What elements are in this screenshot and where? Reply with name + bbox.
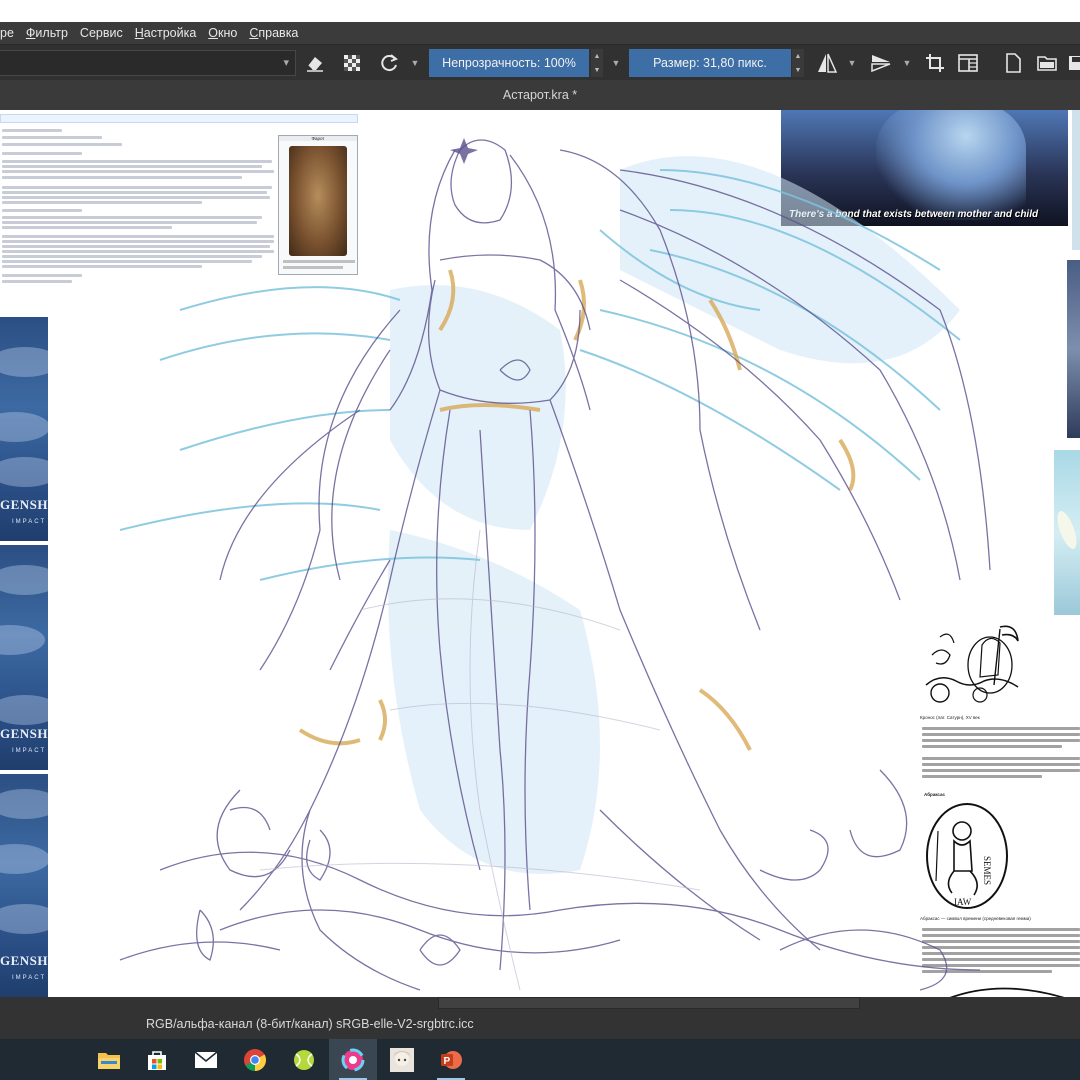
save-icon[interactable]	[1066, 45, 1080, 81]
chevron-down-icon: ▾	[283, 57, 289, 69]
size-spinbox-arrows[interactable]: ▲ ▼	[792, 49, 804, 77]
genshin-reference-2: GENSHIN IMPACT	[0, 545, 48, 770]
menu-item-filter[interactable]: Фильтр	[20, 26, 74, 40]
file-explorer-icon[interactable]	[85, 1039, 133, 1080]
menu-bar: ре Фильтр Сервис Настройка Окно Справка	[0, 22, 1080, 44]
angel-sketch-artwork	[119, 138, 991, 991]
crop-icon[interactable]	[920, 45, 950, 81]
document-tab[interactable]: Астарот.kra *	[0, 80, 1080, 110]
alpha-lock-icon[interactable]	[337, 45, 367, 81]
mirror-vertical-icon[interactable]	[866, 45, 896, 81]
opacity-spinbox-arrows[interactable]: ▲ ▼	[591, 49, 603, 77]
menu-item-window[interactable]: Окно	[202, 26, 243, 40]
reference-image-partial	[1067, 260, 1080, 438]
genshin-logo-sub: IMPACT	[12, 519, 47, 525]
genshin-logo-sub: IMPACT	[12, 975, 47, 981]
store-icon[interactable]	[133, 1039, 181, 1080]
chrome-icon[interactable]	[231, 1039, 279, 1080]
menu-item-settings[interactable]: Настройка	[129, 26, 203, 40]
powerpoint-icon[interactable]: P	[427, 1039, 475, 1080]
menu-item-help[interactable]: Справка	[243, 26, 304, 40]
genshin-logo-sub: IMPACT	[12, 748, 47, 754]
chevron-down-icon[interactable]: ▼	[609, 45, 623, 81]
document-title: Астарот.kra *	[502, 88, 578, 102]
window-top-edge	[0, 0, 1080, 22]
color-profile-info[interactable]: RGB/альфа-канал (8-бит/канал) sRGB-elle-…	[146, 1017, 474, 1031]
open-folder-icon[interactable]	[1032, 45, 1062, 81]
eraser-icon[interactable]	[300, 45, 330, 81]
windows-taskbar: P	[0, 1039, 1080, 1080]
genshin-reference-3: GENSHIN IMPACT	[0, 774, 48, 997]
mail-icon[interactable]	[182, 1039, 230, 1080]
genshin-logo: GENSHIN	[0, 953, 48, 968]
chevron-down-icon[interactable]: ▼	[900, 45, 914, 81]
menu-item-tools[interactable]: Сервис	[74, 26, 129, 40]
brush-preset-combo[interactable]: ▾	[0, 50, 296, 76]
workspace-icon[interactable]	[953, 45, 983, 81]
menu-item-partial[interactable]: ре	[0, 26, 20, 40]
krita-icon[interactable]	[329, 1039, 377, 1080]
new-document-icon[interactable]	[998, 45, 1028, 81]
status-bar: RGB/альфа-канал (8-бит/канал) sRGB-elle-…	[0, 997, 1080, 1039]
chevron-down-icon[interactable]: ▼	[408, 45, 422, 81]
opacity-slider[interactable]: Непрозрачность: 100%	[429, 49, 589, 77]
canvas-area[interactable]: Фарот GENSHIN IMPACT GENSHIN IMPACT GENS…	[0, 110, 1080, 997]
character-avatar-icon[interactable]	[378, 1039, 426, 1080]
genshin-logo: GENSHIN	[0, 726, 48, 741]
genshin-reference-1: GENSHIN IMPACT	[0, 317, 48, 541]
horizontal-scrollbar[interactable]	[438, 997, 860, 1009]
genshin-logo: GENSHIN	[0, 497, 48, 512]
mirror-horizontal-icon[interactable]	[812, 45, 842, 81]
svg-text:P: P	[444, 1056, 451, 1067]
tool-options-bar: ▾ ▼ Непрозрачность: 100% ▲ ▼ ▼ Размер: 31…	[0, 44, 1080, 80]
tennis-app-icon[interactable]	[280, 1039, 328, 1080]
size-slider[interactable]: Размер: 31,80 пикс.	[629, 49, 791, 77]
chevron-down-icon[interactable]: ▼	[845, 45, 859, 81]
reload-preset-icon[interactable]	[374, 45, 404, 81]
reference-strip	[1072, 110, 1080, 250]
